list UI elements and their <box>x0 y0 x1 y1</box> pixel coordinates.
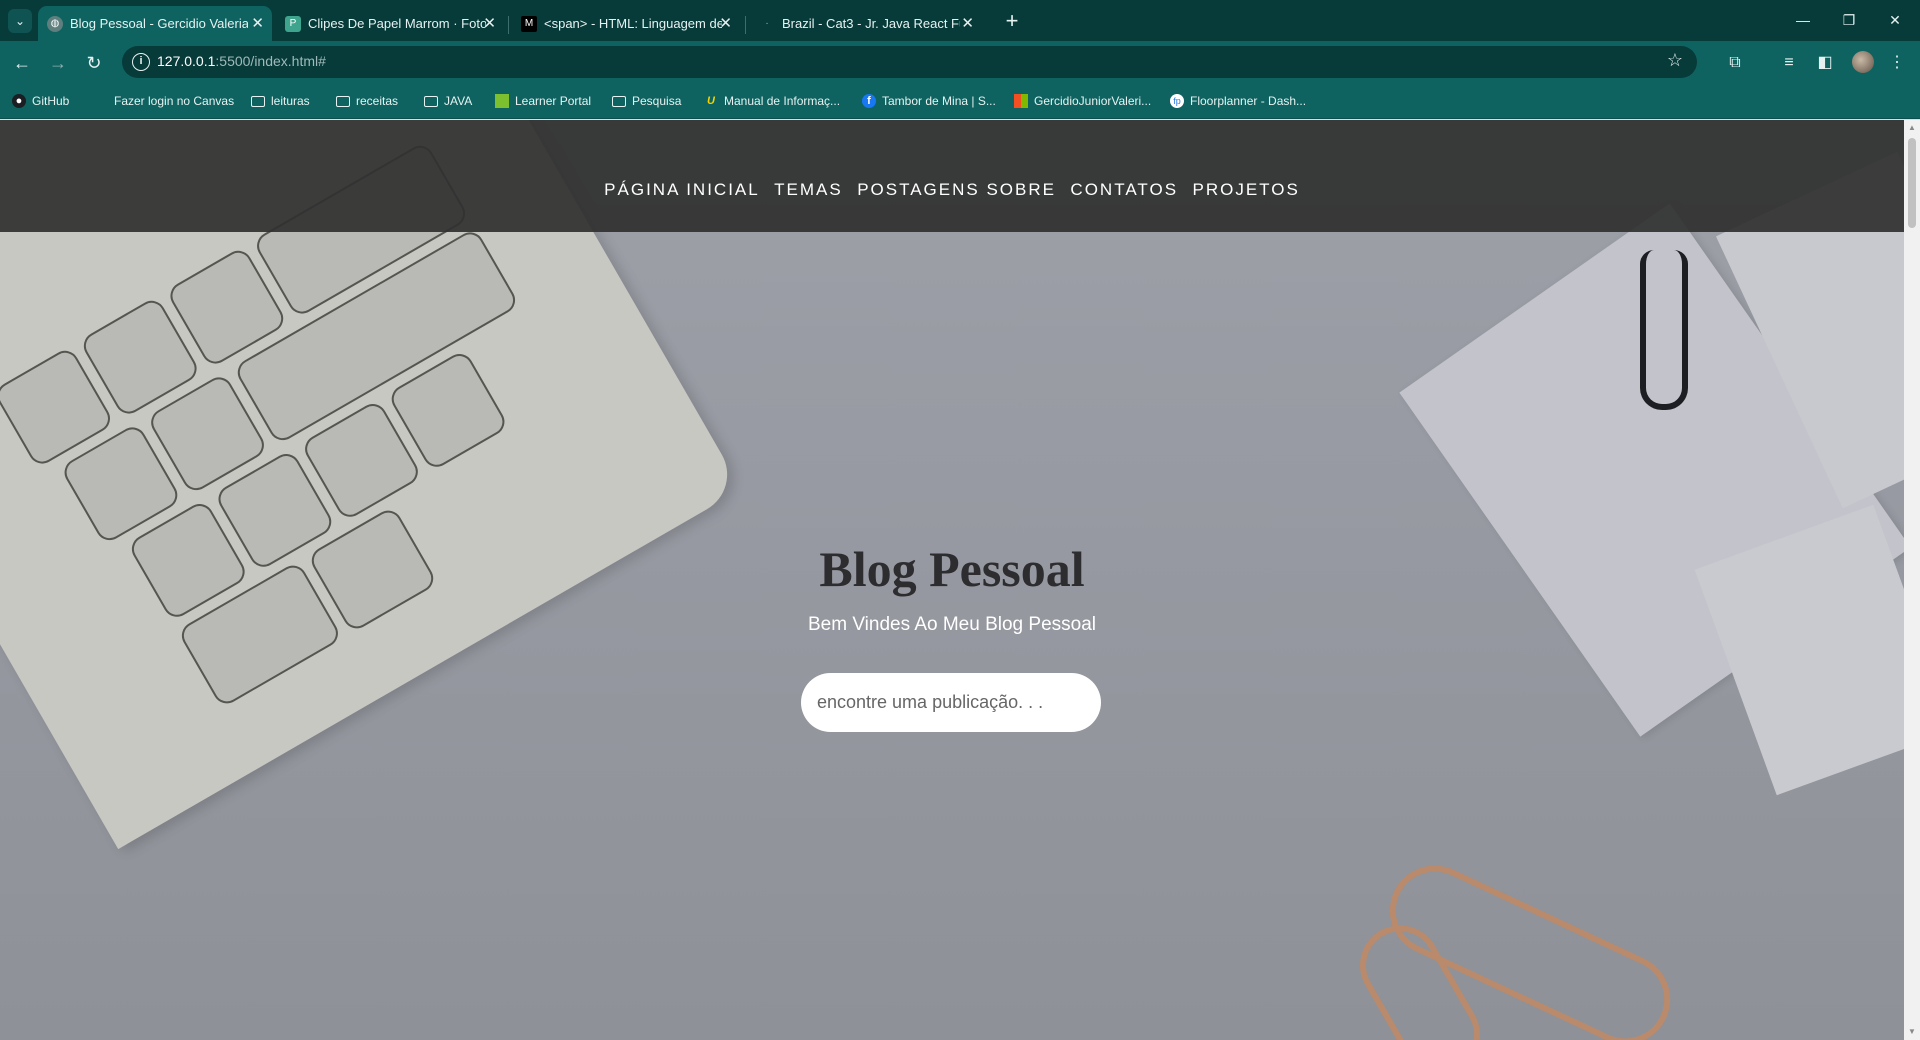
bookmark-folder-leituras[interactable]: leituras <box>251 92 310 110</box>
bookmark-label: Pesquisa <box>632 94 682 108</box>
nav-link-projetos[interactable]: PROJETOS <box>1193 180 1300 200</box>
bookmark-label: Fazer login no Canvas <box>114 94 235 108</box>
bookmark-star-icon[interactable]: ☆ <box>1667 50 1683 71</box>
minimize-button[interactable]: — <box>1780 0 1826 40</box>
close-icon[interactable]: ✕ <box>483 6 496 41</box>
tab-separator <box>745 16 746 34</box>
generation-icon: · <box>765 18 769 29</box>
bookmark-folder-java[interactable]: JAVA <box>424 92 472 110</box>
back-button[interactable]: ← <box>8 49 36 77</box>
eyeglasses-photo <box>1640 250 1688 410</box>
tab-blog-pessoal[interactable]: ◍ Blog Pessoal - Gercidio Valerian ✕ <box>38 6 272 41</box>
nav-link-contatos[interactable]: CONTATOS <box>1070 180 1178 200</box>
new-tab-button[interactable]: + <box>996 6 1028 38</box>
bookmark-gercidio-junior[interactable]: GercidioJuniorValeri... <box>1014 92 1151 110</box>
bookmark-floorplanner[interactable]: fp Floorplanner - Dash... <box>1170 92 1306 110</box>
chevron-down-icon: ⌄ <box>14 14 26 28</box>
globe-icon: ◍ <box>47 16 63 32</box>
browser-toolbar: ← → ↻ i 127.0.0.1:5500/index.html# ☆ ⧉ ≡… <box>0 41 1920 83</box>
close-window-button[interactable]: ✕ <box>1872 0 1918 40</box>
bookmark-github[interactable]: ● GitHub <box>12 92 69 110</box>
tab-mdn-span[interactable]: M <span> - HTML: Linguagem de ✕ <box>512 6 740 41</box>
close-icon[interactable]: ✕ <box>961 6 974 41</box>
bookmark-label: GercidioJuniorValeri... <box>1034 94 1152 108</box>
page-subtitle: Bem Vindes Ao Meu Blog Pessoal <box>808 614 1096 635</box>
side-panel-icon[interactable]: ◧ <box>1812 50 1838 76</box>
page-title: Blog Pessoal <box>819 541 1085 597</box>
plus-icon: + <box>1005 8 1019 33</box>
extensions-icon[interactable]: ⧉ <box>1722 50 1748 76</box>
minimize-icon: — <box>1796 12 1810 28</box>
bookmarks-bar: ● GitHub · Fazer login no Canvas leitura… <box>0 83 1920 119</box>
tab-title: Blog Pessoal - Gercidio Valerian <box>70 16 248 31</box>
bookmark-label: Manual de Informaç... <box>724 94 841 108</box>
bookmark-learner-portal[interactable]: Learner Portal <box>495 92 591 110</box>
arrow-right-icon: → <box>49 53 67 73</box>
folder-icon <box>251 96 265 107</box>
reading-list-icon[interactable]: ≡ <box>1776 50 1802 76</box>
bookmark-label: GitHub <box>32 94 70 108</box>
arrow-left-icon: ← <box>13 53 31 73</box>
site-info-icon[interactable]: i <box>132 53 150 71</box>
url-path: :5500/index.html# <box>215 53 326 69</box>
folder-icon <box>336 96 350 107</box>
reload-button[interactable]: ↻ <box>80 49 108 77</box>
address-url[interactable]: 127.0.0.1:5500/index.html# <box>157 53 326 69</box>
tab-title: Brazil - Cat3 - Jr. Java React Full <box>782 16 960 31</box>
search-input[interactable] <box>801 673 1101 732</box>
learner-portal-icon <box>495 94 509 108</box>
tab-strip: ⌄ ◍ Blog Pessoal - Gercidio Valerian ✕ P… <box>0 0 1920 41</box>
floorplanner-icon: fp <box>1170 94 1184 108</box>
bookmark-folder-receitas[interactable]: receitas <box>336 92 398 110</box>
menu-kebab-icon[interactable]: ⋮ <box>1884 50 1910 76</box>
page-viewport: PÁGINA INICIAL TEMAS POSTAGENS SOBRE CON… <box>0 120 1904 1040</box>
mdn-icon: M <box>521 16 537 32</box>
pexels-icon: P <box>285 16 301 32</box>
tab-separator <box>508 16 509 34</box>
bookmark-tambor-de-mina[interactable]: f Tambor de Mina | S... <box>862 92 996 110</box>
facebook-icon: f <box>862 94 876 108</box>
close-icon[interactable]: ✕ <box>719 6 732 41</box>
tab-search-button[interactable]: ⌄ <box>8 9 32 33</box>
bookmark-label: leituras <box>271 94 310 108</box>
bookmark-label: Tambor de Mina | S... <box>882 94 996 108</box>
scrollbar-thumb[interactable] <box>1908 138 1916 228</box>
bookmark-folder-pesquisa[interactable]: Pesquisa <box>612 92 681 110</box>
scroll-down-icon[interactable]: ▼ <box>1904 1024 1920 1040</box>
page-scrollbar[interactable]: ▲ ▼ <box>1904 120 1920 1040</box>
bookmark-label: receitas <box>356 94 399 108</box>
tab-clipes-de-papel[interactable]: P Clipes De Papel Marrom · Foto g ✕ <box>276 6 504 41</box>
bookmark-canvas[interactable]: · Fazer login no Canvas <box>94 92 234 110</box>
nav-links: PÁGINA INICIAL TEMAS POSTAGENS SOBRE CON… <box>0 180 1904 200</box>
bookmark-manual[interactable]: U Manual de Informaç... <box>704 92 840 110</box>
canvas-icon: · <box>99 95 103 107</box>
u-logo-icon: U <box>707 95 715 107</box>
tab-title: Clipes De Papel Marrom · Foto g <box>308 16 486 31</box>
restore-button[interactable]: ❐ <box>1826 0 1872 40</box>
reload-icon: ↻ <box>86 53 102 73</box>
nav-link-temas[interactable]: TEMAS <box>774 180 843 200</box>
scroll-up-icon[interactable]: ▲ <box>1904 120 1920 136</box>
forward-button[interactable]: → <box>44 49 72 77</box>
tab-brazil-cat3[interactable]: · Brazil - Cat3 - Jr. Java React Full ✕ <box>750 6 982 41</box>
site-nav-bar: PÁGINA INICIAL TEMAS POSTAGENS SOBRE CON… <box>0 120 1904 232</box>
nav-link-pagina-inicial[interactable]: PÁGINA INICIAL <box>604 180 760 200</box>
folder-icon <box>612 96 626 107</box>
address-bar[interactable]: i 127.0.0.1:5500/index.html# ☆ <box>122 46 1697 78</box>
nav-link-postagens-sobre[interactable]: POSTAGENS SOBRE <box>857 180 1056 200</box>
bookmark-label: JAVA <box>444 94 473 108</box>
github-icon: ● <box>12 94 26 108</box>
close-icon[interactable]: ✕ <box>251 6 264 41</box>
close-icon: ✕ <box>1889 12 1901 28</box>
profile-avatar[interactable] <box>1852 51 1874 73</box>
bookmark-label: Floorplanner - Dash... <box>1190 94 1307 108</box>
microsoft-icon <box>1014 94 1028 108</box>
restore-icon: ❐ <box>1842 12 1856 28</box>
bookmark-label: Learner Portal <box>515 94 592 108</box>
url-host: 127.0.0.1 <box>157 53 216 69</box>
folder-icon <box>424 96 438 107</box>
tab-title: <span> - HTML: Linguagem de <box>544 16 722 31</box>
